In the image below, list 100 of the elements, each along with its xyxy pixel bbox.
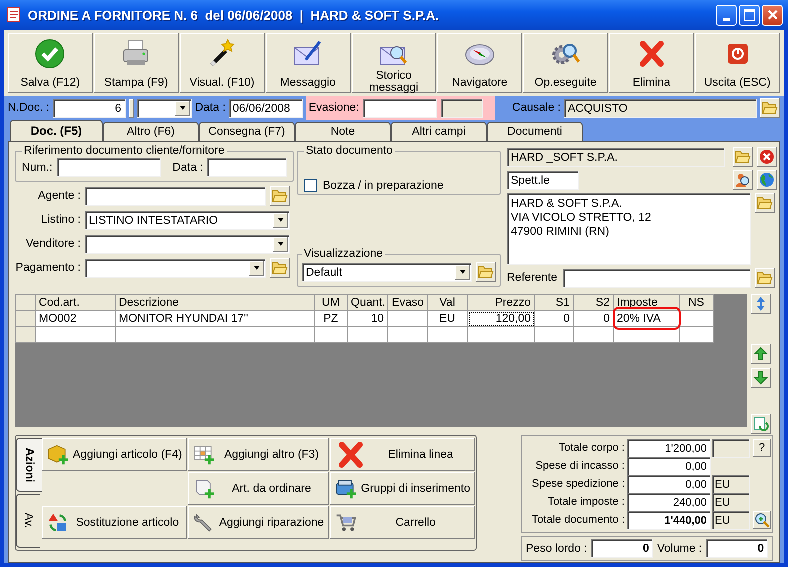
toolbar-button[interactable]: Visual. (F10): [180, 33, 265, 93]
column-header[interactable]: UM: [314, 294, 348, 310]
folder-button[interactable]: [270, 258, 290, 278]
table-cell: EU: [428, 310, 468, 326]
column-header[interactable]: Quant.: [348, 294, 388, 310]
maximize-button[interactable]: [739, 4, 760, 26]
tab[interactable]: Altri campi: [391, 122, 487, 141]
folder-button[interactable]: [476, 262, 496, 282]
dropdown[interactable]: LISTINO INTESTATARIO: [85, 210, 290, 230]
toolbar-button[interactable]: Messaggio: [266, 33, 351, 93]
action-button[interactable]: Aggiungi riparazione: [188, 506, 330, 539]
move-button[interactable]: [751, 294, 772, 314]
zoom-button[interactable]: [753, 511, 771, 529]
document-number-field[interactable]: 6: [52, 98, 126, 118]
action-button[interactable]: Gruppi di inserimento: [330, 472, 476, 505]
search-contact-button[interactable]: [733, 170, 753, 190]
checkbox[interactable]: [304, 179, 317, 192]
move-down-button[interactable]: [751, 368, 772, 388]
column-header[interactable]: Cod.art.: [36, 294, 116, 310]
action-button[interactable]: Sostituzione articolo: [42, 506, 188, 539]
column-header[interactable]: NS: [680, 294, 714, 310]
currency-field: EU: [712, 474, 750, 494]
tab[interactable]: Altro (F6): [103, 122, 199, 141]
toolbar-button[interactable]: Stampa (F9): [94, 33, 179, 93]
input-field[interactable]: [85, 186, 266, 206]
toolbar-button[interactable]: Navigatore: [437, 33, 522, 93]
table-cell: [388, 326, 428, 342]
tab[interactable]: Consegna (F7): [199, 122, 295, 141]
table-cell: [680, 310, 714, 326]
customer-name-field[interactable]: HARD _SOFT S.P.A.: [507, 148, 725, 166]
address-box[interactable]: HARD & SOFT S.P.A. VIA VICOLO STRETTO, 12 47900 RIMINI (RN): [507, 193, 751, 265]
table-cell: 0: [534, 310, 574, 326]
column-header[interactable]: Descrizione: [116, 294, 314, 310]
column-header[interactable]: S1: [534, 294, 574, 310]
folder-button[interactable]: [755, 193, 775, 213]
toolbar-button[interactable]: Elimina: [609, 33, 694, 93]
arrow-up-icon: [753, 346, 770, 362]
table-cell: [348, 326, 388, 342]
toolbar-button[interactable]: Op.eseguite: [523, 33, 608, 93]
table-cell: [574, 326, 614, 342]
column-header[interactable]: Evaso: [388, 294, 428, 310]
small-button[interactable]: [128, 98, 134, 118]
table-cell: MONITOR HYUNDAI 17'': [116, 310, 314, 326]
minimize-icon: [723, 18, 730, 20]
due-date-label: Evasione:: [308, 102, 360, 114]
salutation-field[interactable]: Spett.le: [507, 170, 579, 190]
column-header[interactable]: S2: [574, 294, 614, 310]
folder-icon: [478, 264, 494, 280]
table-cell: [314, 326, 348, 342]
contact-field[interactable]: [563, 268, 751, 288]
column-header[interactable]: Val: [428, 294, 468, 310]
table-cell: 10: [348, 310, 388, 326]
due-date-field[interactable]: [363, 98, 438, 118]
action-button[interactable]: Aggiungi altro (F3): [188, 438, 330, 471]
folder-button[interactable]: [733, 147, 753, 167]
date-field[interactable]: 06/06/2008: [228, 98, 303, 118]
total-value: 0,00: [627, 474, 711, 494]
total-value: 240,00: [627, 492, 711, 512]
reason-field[interactable]: ACQUISTO: [564, 98, 757, 118]
web-button[interactable]: [757, 170, 777, 190]
refresh-icon: [753, 416, 770, 432]
number-field[interactable]: [56, 158, 161, 177]
group-title: Visualizzazione: [303, 248, 384, 260]
row-header: [16, 310, 36, 326]
side-tab[interactable]: Azioni: [16, 438, 42, 492]
folder-button[interactable]: [270, 186, 290, 206]
toolbar-button[interactable]: Salva (F12): [8, 33, 93, 93]
folder-button[interactable]: [760, 98, 780, 118]
toolbar-button[interactable]: Storico messaggi: [352, 33, 436, 93]
box-plus-icon: [335, 478, 358, 500]
dropdown[interactable]: [85, 234, 290, 254]
column-header[interactable]: Prezzo: [468, 294, 534, 310]
weight-label: Volume :: [657, 542, 702, 554]
action-button[interactable]: Aggiungi articolo (F4): [42, 438, 188, 471]
help-button[interactable]: ?: [753, 439, 771, 457]
move-up-button[interactable]: [751, 344, 772, 364]
tab[interactable]: Doc. (F5): [10, 120, 103, 141]
date-label: Data :: [172, 162, 204, 174]
table-cell: [534, 326, 574, 342]
refresh-button[interactable]: [751, 414, 772, 434]
tab[interactable]: Note: [295, 122, 391, 141]
action-button[interactable]: Elimina linea: [330, 438, 476, 471]
folder-button[interactable]: [755, 268, 775, 288]
action-button[interactable]: Carrello: [330, 506, 476, 539]
field-label: Agente :: [37, 190, 81, 202]
minimize-button[interactable]: [716, 4, 737, 26]
currency-field: EU: [712, 492, 750, 512]
remove-button[interactable]: [757, 147, 777, 167]
group-title: Riferimento documento cliente/fornitore: [23, 145, 226, 157]
series-dropdown[interactable]: [137, 98, 192, 118]
total-label: Totale imposte :: [546, 496, 625, 508]
action-button[interactable]: Art. da ordinare: [188, 472, 330, 505]
dropdown[interactable]: [85, 258, 266, 278]
tab[interactable]: Documenti: [487, 122, 583, 141]
date-field[interactable]: [207, 158, 288, 177]
toolbar-button[interactable]: Uscita (ESC): [695, 33, 780, 93]
side-tab[interactable]: Av.: [16, 494, 40, 548]
close-button[interactable]: [762, 4, 783, 26]
view-dropdown[interactable]: Default: [302, 262, 472, 282]
row-header: [16, 326, 36, 342]
